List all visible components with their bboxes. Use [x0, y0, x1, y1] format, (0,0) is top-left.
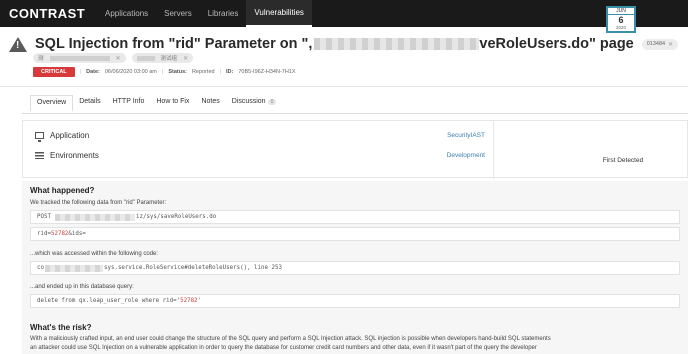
query-close: ': [197, 298, 202, 304]
request-line: POST iz/sys/saveRoleUsers.do: [30, 210, 680, 224]
header-divider: [0, 86, 688, 87]
nav-applications[interactable]: Applications: [97, 0, 156, 27]
nav-libraries[interactable]: Libraries: [200, 0, 247, 27]
risk-heading: What's the risk?: [30, 323, 92, 332]
code-method: sys.service.RoleService#deleteRoleUsers(…: [103, 265, 282, 271]
code-location: co sys.service.RoleService#deleteRoleUse…: [30, 261, 680, 275]
title-prefix: SQL Injection from "rid" Parameter on ",: [35, 36, 313, 52]
nav-libraries-label: Libraries: [207, 9, 239, 18]
title-suffix: veRoleUsers.do" page: [479, 36, 634, 52]
code-prefix: co: [37, 265, 44, 271]
calendar-year: 2020: [615, 25, 626, 30]
tainted-param-value: 52782: [50, 231, 69, 237]
redacted-tag: [136, 55, 155, 61]
id-value: 70B5-I96Z-H34N-7H1X: [238, 69, 296, 75]
environments-row: Environments Development: [35, 151, 485, 160]
tab-overview-label: Overview: [37, 99, 67, 106]
accessed-text: ...which was accessed within the followi…: [30, 251, 159, 257]
close-icon[interactable]: ✕: [668, 41, 673, 48]
application-label: Application: [50, 131, 90, 140]
nav-applications-label: Applications: [105, 9, 149, 18]
request-path: iz/sys/saveRoleUsers.do: [135, 214, 217, 220]
application-link[interactable]: SecurityIAST: [447, 132, 485, 139]
monitor-icon: [35, 132, 44, 142]
top-nav: CONTRAST Applications Servers Libraries …: [0, 0, 688, 27]
tag-row: 测 ✕ 测试组 ✕: [33, 53, 194, 63]
date-label: Date:: [86, 69, 100, 75]
tag-label: 测: [38, 56, 44, 62]
request-params: rid= 52782 &ids=: [30, 227, 680, 241]
list-icon: [35, 152, 44, 159]
tab-http-info[interactable]: HTTP Info: [107, 95, 151, 112]
nav-servers[interactable]: Servers: [156, 0, 200, 27]
nav-vulnerabilities-label: Vulnerabilities: [254, 8, 304, 17]
divider: |: [219, 69, 222, 75]
first-detected-label: First Detected: [602, 157, 644, 164]
contrast-logo[interactable]: CONTRAST: [0, 0, 97, 27]
tab-overview[interactable]: Overview: [30, 95, 74, 112]
tab-how-to-fix[interactable]: How to Fix: [150, 95, 195, 112]
redacted-host: [54, 213, 135, 221]
tab-discussion[interactable]: Discussion 0: [226, 95, 283, 112]
calendar-icon: JUN 6 2020: [606, 6, 636, 33]
tab-how-to-fix-label: How to Fix: [156, 98, 190, 105]
remove-tag-icon[interactable]: ✕: [183, 55, 188, 62]
id-label: ID:: [226, 69, 234, 75]
query-text: delete from qx.leap_user_role where rid=…: [37, 298, 181, 304]
nav-vulnerabilities[interactable]: Vulnerabilities: [246, 0, 312, 27]
redacted-package: [44, 264, 103, 272]
tab-notes[interactable]: Notes: [195, 95, 225, 112]
tab-details[interactable]: Details: [73, 95, 106, 112]
tab-discussion-label: Discussion: [231, 98, 266, 105]
calendar-day: 6: [618, 15, 624, 25]
date-value: 06/06/2020 03:00 am: [104, 69, 157, 75]
environment-link[interactable]: Development: [447, 152, 485, 159]
vulnerability-title-row: SQL Injection from "rid" Parameter on ",…: [9, 34, 688, 54]
what-happened-heading: What happened?: [30, 186, 95, 195]
trace-id: 013484: [646, 41, 666, 47]
risk-text-line: With a maliciously crafted input, an end…: [30, 336, 551, 342]
page-title: SQL Injection from "rid" Parameter on ",…: [35, 36, 634, 52]
severity-badge: CRITICAL: [33, 67, 75, 77]
trace-id-badge[interactable]: 013484 ✕: [641, 38, 679, 50]
tab-http-info-label: HTTP Info: [112, 98, 145, 105]
vulnerability-meta: CRITICAL | Date: 06/06/2020 03:00 am | S…: [33, 67, 296, 77]
nav-servers-label: Servers: [164, 9, 192, 18]
discussion-count: 0: [267, 99, 277, 105]
tracked-text: We tracked the following data from "rid"…: [30, 200, 167, 206]
remove-tag-icon[interactable]: ✕: [116, 55, 121, 62]
redacted-url: [314, 38, 480, 51]
tag[interactable]: 测 ✕: [33, 53, 126, 63]
detail-tabs: Overview Details HTTP Info How to Fix No…: [30, 95, 282, 112]
application-row: Application SecurityIAST: [35, 131, 485, 142]
redacted-tag: [49, 55, 110, 61]
summary-card: Application SecurityIAST Environments De…: [22, 120, 688, 179]
summary-left: Application SecurityIAST Environments De…: [23, 121, 493, 179]
param-rest: &ids=: [68, 231, 86, 237]
divider: |: [79, 69, 82, 75]
environments-label: Environments: [50, 151, 99, 160]
tag[interactable]: 测试组 ✕: [131, 53, 194, 63]
ended-text: ...and ended up in this database query:: [30, 284, 134, 290]
tab-notes-label: Notes: [201, 98, 220, 105]
tag-label: 测试组: [160, 56, 178, 62]
card-divider: [493, 121, 494, 179]
logo-text: CONTRAST: [9, 6, 86, 21]
http-method: POST: [37, 214, 51, 220]
tab-details-label: Details: [79, 98, 101, 105]
status-value[interactable]: Reported: [192, 69, 215, 75]
divider: |: [161, 69, 164, 75]
warning-icon: [9, 36, 27, 52]
param-name: rid=: [37, 231, 51, 237]
tab-underline: [22, 113, 688, 114]
calendar-month: JUN: [608, 8, 634, 15]
risk-text-line: an attacker could use SQL Injection on a…: [30, 345, 537, 351]
status-label: Status:: [168, 69, 187, 75]
tainted-query-value: 52782: [180, 298, 198, 304]
sql-query: delete from qx.leap_user_role where rid=…: [30, 294, 680, 308]
